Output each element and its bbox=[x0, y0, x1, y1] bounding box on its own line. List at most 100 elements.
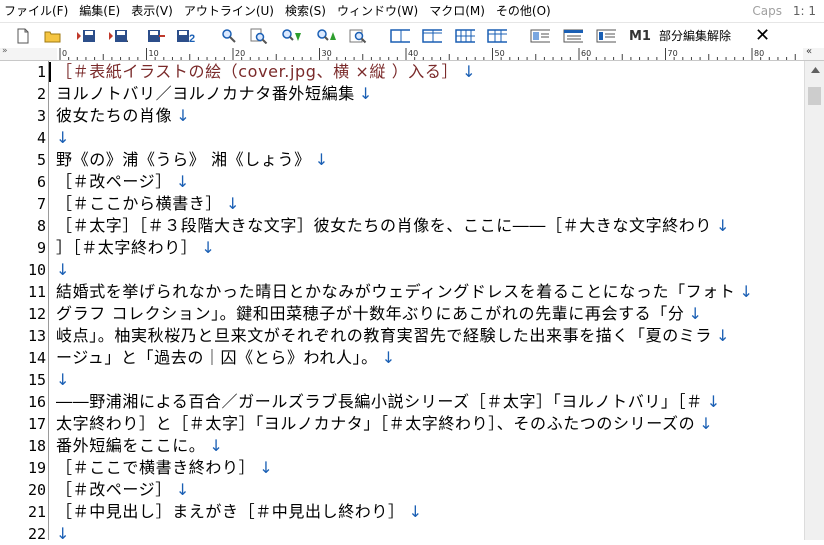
linefeed-icon: ↓ bbox=[716, 216, 731, 235]
linefeed-icon: ↓ bbox=[688, 304, 703, 323]
editor-line[interactable]: ［＃太字］［＃３段階大きな文字］彼女たちの肖像を、ここに――［＃大きな文字終わり… bbox=[56, 215, 730, 237]
layout-grid-icon[interactable] bbox=[455, 26, 475, 46]
editor-line[interactable]: ――野浦湘による百合／ガールズラブ長編小説シリーズ［＃太字］「ヨルノトバリ」［＃… bbox=[56, 391, 721, 413]
window-alt-icon[interactable] bbox=[563, 26, 583, 46]
editor-line[interactable]: 番外短編をここに。 ↓ bbox=[56, 435, 223, 457]
line-text: ［＃改ページ］ bbox=[56, 480, 172, 499]
open-folder-icon[interactable] bbox=[43, 26, 63, 46]
line-text: ［＃中見出し］まえがき［＃中見出し終わり］ bbox=[56, 502, 405, 521]
line-text: ージュ」と「過去の｜囚《とら》われ人」。 bbox=[56, 348, 378, 367]
menu-item-7[interactable]: その他(O) bbox=[490, 0, 556, 22]
linefeed-icon: ↓ bbox=[381, 348, 396, 367]
text-editor[interactable]: 1 2 3 4 5 6 7 8 9 10 11 12 13 14 15 16 17 18 19 20 21 22 ［＃表紙… bbox=[0, 61, 804, 543]
editor-line[interactable]: ↓ bbox=[56, 127, 70, 149]
editor-line[interactable]: ［＃改ページ］ ↓ bbox=[56, 171, 190, 193]
editor-line[interactable]: 彼女たちの肖像 ↓ bbox=[56, 105, 190, 127]
linefeed-icon: ↓ bbox=[699, 414, 714, 433]
menu-item-0[interactable]: ファイル(F) bbox=[0, 0, 73, 22]
editor-line[interactable]: ［＃中見出し］まえがき［＃中見出し終わり］ ↓ bbox=[56, 501, 423, 523]
editor-line[interactable]: 岐点」。柚実秋桜乃と旦来文がそれぞれの教育実習先で経験した出来事を描く「夏のミラ… bbox=[56, 325, 730, 347]
editor-line[interactable]: 野《の》浦《うら》 湘《しょう》 ↓ bbox=[56, 149, 329, 171]
find-next-icon[interactable] bbox=[281, 26, 301, 46]
cursor-position: 1: 1 bbox=[792, 4, 816, 18]
text-cursor bbox=[49, 62, 51, 82]
linefeed-icon: ↓ bbox=[358, 84, 373, 103]
scroll-up-arrow-icon[interactable] bbox=[805, 61, 824, 78]
vertical-scrollbar[interactable] bbox=[804, 61, 824, 540]
ruler-label: 40 bbox=[408, 49, 418, 58]
layout-single-icon[interactable] bbox=[390, 26, 410, 46]
editor-line[interactable]: ↓ bbox=[56, 259, 70, 281]
menu-item-6[interactable]: マクロ(M) bbox=[423, 0, 490, 22]
line-number: 22 bbox=[27, 525, 46, 543]
line-text: 太字終わり］と［＃太字］「ヨルノカナタ」［＃太字終わり］、そのふたつのシリーズの bbox=[56, 414, 696, 433]
find-previous-icon[interactable] bbox=[316, 26, 336, 46]
new-file-icon[interactable] bbox=[13, 26, 33, 46]
linefeed-icon: ↓ bbox=[462, 62, 477, 81]
linefeed-icon: ↓ bbox=[739, 282, 754, 301]
ruler-label: 60 bbox=[581, 49, 591, 58]
editor-line[interactable]: ヨルノトバリ／ヨルノカナタ番外短編集 ↓ bbox=[56, 83, 373, 105]
ruler-label: 10 bbox=[149, 49, 159, 58]
ruler-label: 30 bbox=[322, 49, 332, 58]
line-number: 8 bbox=[36, 217, 46, 235]
line-text: ［＃ここで横書き終わり］ bbox=[56, 458, 256, 477]
line-number: 9 bbox=[36, 239, 46, 257]
editor-line[interactable]: ージュ」と「過去の｜囚《とら》われ人」。 ↓ bbox=[56, 347, 396, 369]
linefeed-icon: ↓ bbox=[226, 194, 241, 213]
layout-columns-icon[interactable] bbox=[487, 26, 507, 46]
line-text: ――野浦湘による百合／ガールズラブ長編小説シリーズ［＃太字］「ヨルノトバリ」［＃ bbox=[56, 392, 703, 411]
partial-edit-release-button[interactable]: 部分編集解除 bbox=[659, 26, 731, 46]
line-number: 1 bbox=[36, 63, 46, 81]
menu-item-2[interactable]: 表示(V) bbox=[125, 0, 178, 22]
export-icon[interactable] bbox=[146, 26, 166, 46]
menu-item-5[interactable]: ウィンドウ(W) bbox=[331, 0, 423, 22]
line-number: 13 bbox=[27, 327, 46, 345]
reload-icon[interactable]: 2 bbox=[176, 26, 196, 46]
find-text-icon[interactable] bbox=[249, 26, 269, 46]
layout-split-icon[interactable] bbox=[422, 26, 442, 46]
line-number: 17 bbox=[27, 415, 46, 433]
menu-item-4[interactable]: 検索(S) bbox=[279, 0, 331, 22]
editor-line[interactable]: ］［＃太字終わり］ ↓ bbox=[56, 237, 215, 259]
line-number: 11 bbox=[27, 283, 46, 301]
ruler-ticks: 0 10 20 30 40 50 60 70 80 bbox=[59, 48, 796, 60]
close-icon[interactable]: ✕ bbox=[755, 26, 770, 46]
window-icon[interactable] bbox=[530, 26, 550, 46]
editor-line[interactable]: ↓ bbox=[56, 523, 70, 545]
editor-line[interactable]: ［＃表紙イラストの絵（cover.jpg、横 ×縦 ）入る］ ↓ bbox=[56, 61, 476, 83]
editor-line[interactable]: ［＃ここから横書き］ ↓ bbox=[56, 193, 240, 215]
save-as-icon[interactable]: A bbox=[108, 26, 128, 46]
linefeed-icon: ↓ bbox=[259, 458, 274, 477]
line-number: 10 bbox=[27, 261, 46, 279]
linefeed-icon: ↓ bbox=[716, 326, 731, 345]
scrollbar-thumb[interactable] bbox=[808, 87, 821, 105]
line-number: 16 bbox=[27, 393, 46, 411]
menu-item-3[interactable]: アウトライン(U) bbox=[178, 0, 279, 22]
ruler: » 0 10 20 30 40 50 60 70 80 « bbox=[0, 46, 824, 61]
editor-line[interactable]: 太字終わり］と［＃太字］「ヨルノカナタ」［＃太字終わり］、そのふたつのシリーズの… bbox=[56, 413, 713, 435]
line-number: 3 bbox=[36, 107, 46, 125]
macro-icon[interactable]: M1 bbox=[628, 26, 652, 46]
editor-line[interactable]: グラフ コレクション」。鍵和田菜穂子が十数年ぶりにあこがれの先輩に再会する「分 ↓ bbox=[56, 303, 703, 325]
editor-line[interactable]: ［＃改ページ］ ↓ bbox=[56, 479, 190, 501]
line-number: 15 bbox=[27, 371, 46, 389]
editor-line[interactable]: ［＃ここで横書き終わり］ ↓ bbox=[56, 457, 273, 479]
macro-label: M1 bbox=[629, 28, 651, 44]
save-all-icon[interactable] bbox=[76, 26, 96, 46]
line-number: 2 bbox=[36, 85, 46, 103]
search-icon[interactable] bbox=[219, 26, 239, 46]
ruler-right-marker: « bbox=[806, 46, 813, 57]
editor-line[interactable]: 結婚式を挙げられなかった晴日とかなみがウェディングドレスを着ることになった「フォ… bbox=[56, 281, 754, 303]
replace-icon[interactable] bbox=[348, 26, 368, 46]
line-number: 4 bbox=[36, 129, 46, 147]
editor-line[interactable]: ↓ bbox=[56, 369, 70, 391]
line-number: 7 bbox=[36, 195, 46, 213]
linefeed-icon: ↓ bbox=[175, 480, 190, 499]
line-number: 18 bbox=[27, 437, 46, 455]
line-text: 野《の》浦《うら》 湘《しょう》 bbox=[56, 150, 311, 169]
menu-item-1[interactable]: 編集(E) bbox=[73, 0, 125, 22]
line-text: ］［＃太字終わり］ bbox=[56, 238, 198, 257]
panel-icon[interactable] bbox=[596, 26, 616, 46]
caps-indicator: Caps bbox=[752, 4, 782, 18]
